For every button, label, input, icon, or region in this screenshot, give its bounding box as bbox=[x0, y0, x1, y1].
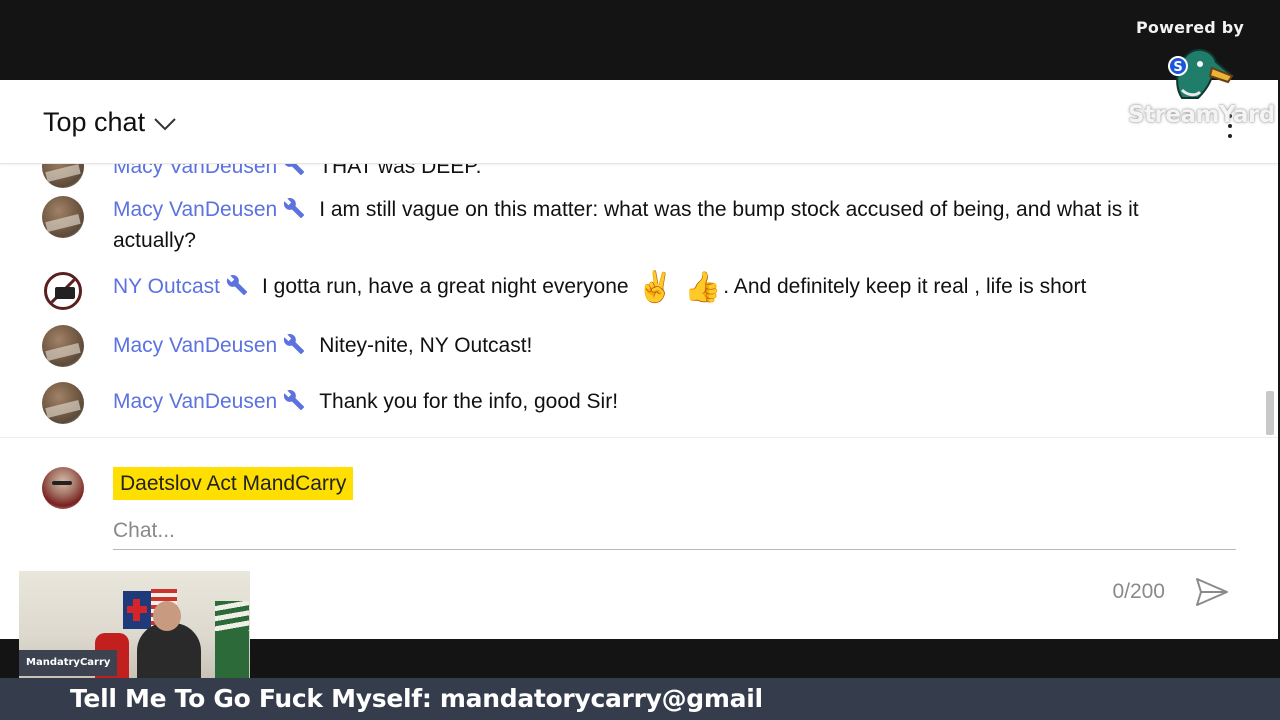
chat-mode-label: Top chat bbox=[43, 107, 146, 137]
stream-frame: Powered by Top chat Macy VanDeusen THAT w… bbox=[0, 0, 1280, 720]
powered-by-label: Powered by bbox=[1136, 18, 1244, 37]
send-icon[interactable] bbox=[1194, 576, 1230, 608]
chat-message-list: Macy VanDeusen THAT was DEEP. Macy VanDeu… bbox=[0, 164, 1278, 437]
avatar[interactable] bbox=[42, 164, 84, 188]
streamyard-wordmark: StreamYard bbox=[1128, 102, 1275, 128]
chat-header: Top chat bbox=[0, 80, 1278, 164]
author-name[interactable]: Macy VanDeusen bbox=[113, 164, 277, 178]
wrench-icon bbox=[284, 334, 305, 355]
wrench-icon bbox=[226, 275, 248, 296]
flag-decor bbox=[215, 601, 249, 678]
message-text: Nitey-nite, NY Outcast! bbox=[319, 334, 533, 357]
chevron-down-icon bbox=[154, 117, 176, 130]
author-name[interactable]: Macy VanDeusen bbox=[113, 334, 277, 357]
avatar[interactable] bbox=[42, 196, 84, 238]
lower-third-ticker: Tell Me To Go Fuck Myself: mandatorycarr… bbox=[0, 678, 1280, 720]
author-name[interactable]: NY Outcast bbox=[113, 275, 220, 298]
author-name[interactable]: Macy VanDeusen bbox=[113, 198, 277, 221]
thumbs-up-emoji: 👍 bbox=[683, 271, 722, 304]
author-name[interactable]: Macy VanDeusen bbox=[113, 390, 277, 413]
message-text: I gotta run, have a great night everyone bbox=[262, 275, 629, 298]
wrench-icon bbox=[285, 164, 305, 176]
avatar[interactable] bbox=[44, 272, 82, 310]
svg-text:S: S bbox=[1173, 60, 1182, 75]
message-text-continued: . And definitely keep it real , life is … bbox=[723, 275, 1087, 298]
presenter-head bbox=[153, 601, 181, 631]
presenter-figure bbox=[137, 623, 201, 678]
current-user-name: Daetslov Act MandCarry bbox=[113, 467, 354, 500]
ticker-text: Tell Me To Go Fuck Myself: mandatorycarr… bbox=[70, 684, 763, 713]
composer-divider bbox=[0, 437, 1278, 438]
message-text: THAT was DEEP. bbox=[319, 164, 482, 178]
wrench-icon bbox=[284, 390, 305, 411]
wrench-icon bbox=[284, 198, 305, 219]
live-chat-panel: Top chat Macy VanDeusen THAT was DEEP. Ma… bbox=[0, 80, 1278, 639]
duck-mascot-icon: S bbox=[1168, 48, 1234, 99]
chat-scrollbar[interactable] bbox=[1266, 391, 1274, 435]
character-counter: 0/200 bbox=[1112, 580, 1165, 603]
webcam-name-tag: MandatryCarry bbox=[19, 650, 118, 676]
victory-hand-emoji: ✌ bbox=[636, 271, 674, 304]
chat-mode-dropdown[interactable]: Top chat bbox=[43, 107, 177, 138]
avatar[interactable] bbox=[42, 325, 84, 367]
avatar[interactable] bbox=[42, 382, 84, 424]
flag-decor bbox=[123, 591, 151, 629]
message-text: Thank you for the info, good Sir! bbox=[319, 390, 619, 413]
current-user-avatar bbox=[42, 467, 84, 509]
top-black-bar: Powered by bbox=[0, 0, 1280, 80]
chat-input[interactable] bbox=[113, 512, 1236, 550]
streamyard-logo: S StreamYard bbox=[1128, 46, 1275, 136]
